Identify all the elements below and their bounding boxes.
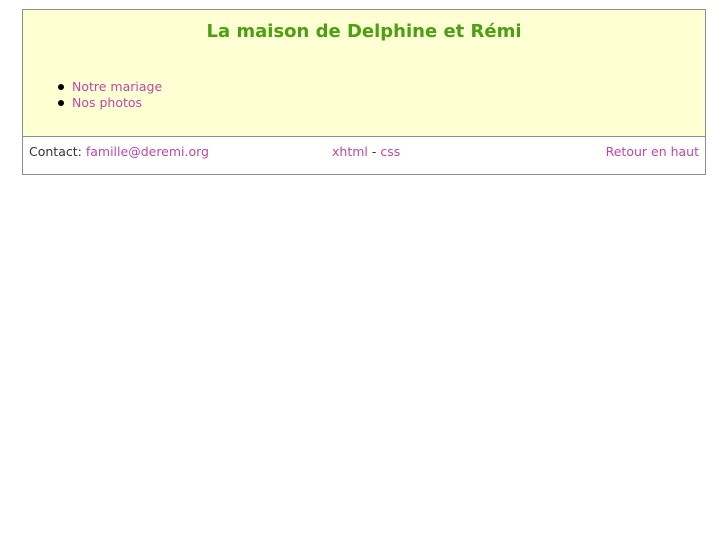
- nos-photos-link[interactable]: Nos photos: [72, 95, 142, 110]
- header: La maison de Delphine et Rémi Notre mari…: [23, 10, 705, 137]
- contact-label: Contact:: [29, 144, 82, 159]
- footer: Contact: famille@deremi.org xhtml - css …: [23, 137, 705, 174]
- page-container: La maison de Delphine et Rémi Notre mari…: [22, 9, 706, 175]
- bullet-icon: [58, 84, 64, 90]
- contact-email-link[interactable]: famille@deremi.org: [86, 144, 209, 159]
- separator: -: [371, 144, 377, 159]
- back-to-top-link[interactable]: Retour en haut: [606, 144, 699, 159]
- nav-item-nos-photos: Nos photos: [58, 95, 162, 111]
- css-link[interactable]: css: [380, 144, 400, 159]
- footer-contact: Contact: famille@deremi.org: [29, 144, 209, 160]
- bullet-icon: [58, 100, 64, 106]
- notre-mariage-link[interactable]: Notre mariage: [72, 79, 162, 94]
- nav-item-notre-mariage: Notre mariage: [58, 79, 162, 95]
- footer-back-to-top: Retour en haut: [606, 144, 699, 160]
- site-title: La maison de Delphine et Rémi: [206, 21, 522, 42]
- nav-list: Notre mariage Nos photos: [58, 79, 162, 111]
- xhtml-link[interactable]: xhtml: [332, 144, 368, 159]
- footer-validators: xhtml - css: [332, 144, 400, 160]
